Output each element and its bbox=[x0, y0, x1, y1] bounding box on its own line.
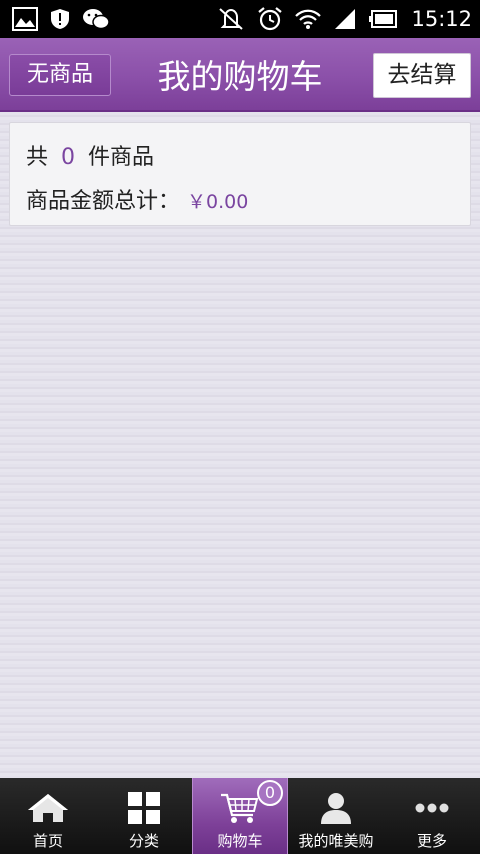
total-amount-line: 商品金额总计： ￥0.00 bbox=[26, 183, 248, 215]
status-bar: 15:12 bbox=[0, 0, 480, 38]
vibrate-off-icon bbox=[217, 7, 245, 31]
nav-label-cart: 购物车 bbox=[217, 832, 263, 850]
status-time: 15:12 bbox=[411, 7, 472, 31]
nav-label-my-account: 我的唯美购 bbox=[298, 832, 374, 850]
item-count-value: 0 bbox=[61, 145, 76, 170]
shield-icon bbox=[50, 8, 70, 30]
battery-icon bbox=[369, 10, 398, 28]
nav-item-home[interactable]: 首页 bbox=[0, 778, 96, 854]
cart-count-badge: 0 bbox=[257, 780, 283, 806]
nav-label-category: 分类 bbox=[128, 832, 159, 850]
wifi-icon bbox=[295, 8, 322, 30]
item-count-prefix: 共 bbox=[26, 145, 49, 170]
nav-item-more[interactable]: 更多 bbox=[384, 778, 480, 854]
item-count-line: 共 0 件商品 bbox=[26, 139, 154, 171]
signal-icon bbox=[333, 7, 357, 31]
alarm-icon bbox=[257, 6, 283, 32]
checkout-button[interactable]: 去结算 bbox=[373, 53, 471, 98]
home-icon bbox=[26, 790, 70, 826]
item-count-suffix: 件商品 bbox=[88, 145, 155, 170]
status-bar-right: 15:12 bbox=[217, 6, 472, 32]
cart-icon bbox=[219, 790, 261, 826]
total-amount-value: ￥0.00 bbox=[187, 191, 249, 213]
wechat-icon bbox=[82, 8, 110, 30]
cart-summary-card: 共 0 件商品 商品金额总计： ￥0.00 bbox=[9, 122, 471, 226]
more-icon bbox=[415, 790, 449, 826]
app-header: 无商品 我的购物车 去结算 bbox=[0, 38, 480, 112]
bottom-nav: 首页 分类 0 购物车 我的唯美购 更多 bbox=[0, 778, 480, 854]
user-icon bbox=[318, 790, 354, 826]
status-bar-left bbox=[12, 7, 110, 31]
nav-item-my-account[interactable]: 我的唯美购 bbox=[288, 778, 384, 854]
nav-item-cart[interactable]: 0 购物车 bbox=[192, 778, 288, 854]
nav-label-home: 首页 bbox=[32, 832, 63, 850]
total-amount-label: 商品金额总计： bbox=[26, 189, 181, 214]
picture-icon bbox=[12, 7, 38, 31]
page-title: 我的购物车 bbox=[157, 57, 323, 96]
nav-label-more: 更多 bbox=[416, 832, 447, 850]
nav-item-category[interactable]: 分类 bbox=[96, 778, 192, 854]
no-items-button[interactable]: 无商品 bbox=[9, 54, 111, 96]
grid-icon bbox=[127, 790, 161, 826]
